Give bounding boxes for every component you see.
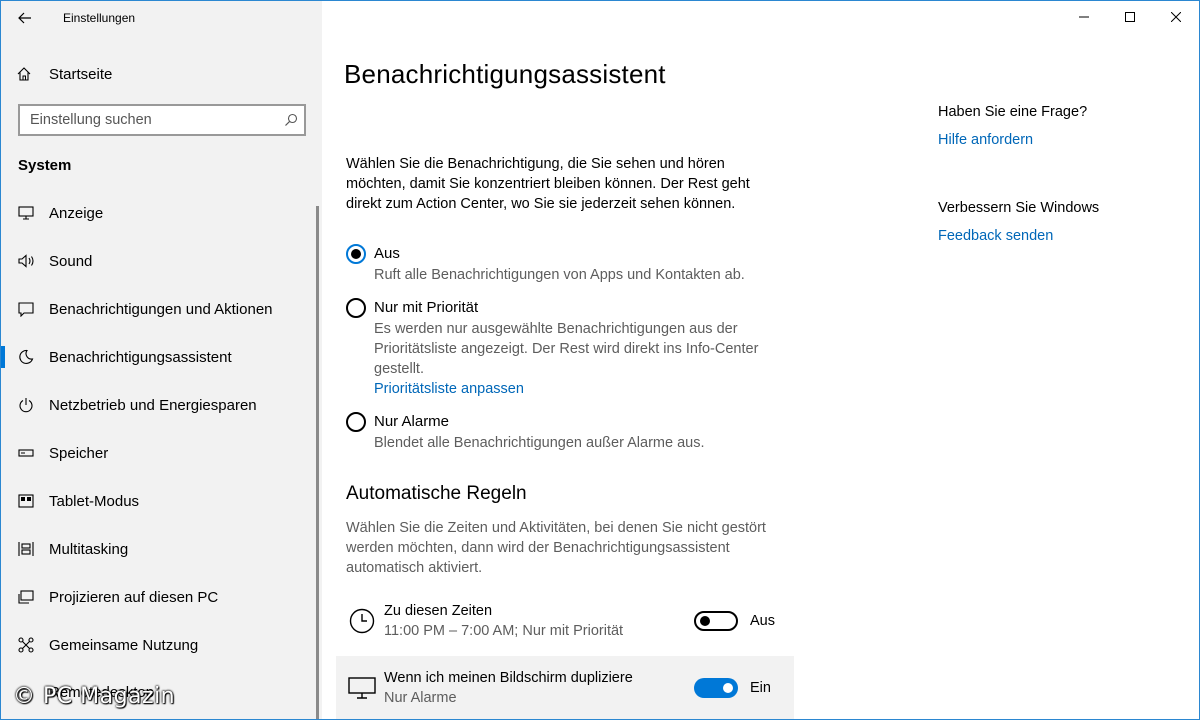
sidebar-nav: Anzeige Sound Benachrichtigungen und Akt… (1, 189, 317, 669)
moon-icon (1, 349, 49, 365)
share-icon (1, 637, 49, 653)
active-indicator (1, 346, 5, 368)
toggle-state: Ein (750, 680, 771, 696)
sidebar-item-tablet-modus[interactable]: Tablet-Modus (1, 477, 317, 525)
sidebar-item-label: Multitasking (49, 540, 129, 558)
rules-desc: Wählen Sie die Zeiten und Aktivitäten, b… (346, 520, 766, 576)
sidebar-item-label: Speicher (49, 444, 109, 462)
project-icon (1, 590, 49, 604)
rule-subtitle: 11:00 PM – 7:00 AM; Nur mit Priorität (384, 623, 624, 639)
clock-icon (336, 608, 384, 634)
sidebar-item-speicher[interactable]: Speicher (1, 429, 317, 477)
monitor-icon (336, 677, 384, 699)
search-icon[interactable] (278, 106, 304, 134)
titlebar-left: Einstellungen (1, 1, 322, 35)
option-nur-prioritaet[interactable]: Nur mit Priorität Es werden nur ausgewäh… (346, 297, 786, 399)
search-box[interactable] (18, 104, 306, 136)
sidebar-scrollbar[interactable] (316, 206, 319, 719)
sidebar-item-label: Projizieren auf diesen PC (49, 588, 219, 606)
option-desc: Blendet alle Benachrichtigungen außer Al… (374, 435, 705, 451)
option-aus[interactable]: Aus Ruft alle Benachrichtigungen von App… (346, 243, 786, 285)
speaker-icon (1, 254, 49, 268)
sidebar-item-label: Tablet-Modus (49, 492, 140, 510)
rule-subtitle: Nur Alarme (384, 690, 457, 706)
option-desc: Es werden nur ausgewählte Benachrichtigu… (374, 321, 759, 377)
sidebar-item-sound[interactable]: Sound (1, 237, 317, 285)
sidebar-item-label: Benachrichtigungen und Aktionen (49, 300, 273, 318)
improve-windows: Verbessern Sie Windows (938, 200, 1100, 216)
storage-icon (1, 448, 49, 458)
sidebar-item-label: Anzeige (49, 204, 104, 222)
sidebar-item-netzbetrieb[interactable]: Netzbetrieb und Energiesparen (1, 381, 317, 429)
tablet-icon (1, 494, 49, 508)
sidebar-item-label: Netzbetrieb und Energiesparen (49, 396, 257, 414)
message-icon (1, 301, 49, 317)
priority-list-link[interactable]: Prioritätsliste anpassen (374, 379, 786, 399)
radio-button[interactable] (346, 298, 366, 318)
arrow-left-icon (18, 12, 31, 24)
sidebar-item-anzeige[interactable]: Anzeige (1, 189, 317, 237)
multitasking-icon (1, 541, 49, 557)
sidebar-item-label: Gemeinsame Nutzung (49, 636, 199, 654)
toggle-state: Aus (750, 613, 775, 629)
rule-zeiten[interactable]: Zu diesen Zeiten 11:00 PM – 7:00 AM; Nur… (336, 589, 794, 653)
app-title: Einstellungen (63, 11, 136, 25)
search-input[interactable] (20, 106, 278, 134)
option-label: Nur mit Priorität (374, 299, 479, 316)
option-nur-alarme[interactable]: Nur Alarme Blendet alle Benachrichtigung… (346, 411, 786, 453)
sidebar-item-label: Sound (49, 252, 93, 270)
feedback-link[interactable]: Feedback senden (938, 225, 1178, 247)
home-label: Startseite (49, 65, 113, 83)
sidebar-item-benachrichtigungen[interactable]: Benachrichtigungen und Aktionen (1, 285, 317, 333)
rules-title: Automatische Regeln (346, 483, 527, 504)
help-panel: Haben Sie eine Frage? Hilfe anfordern Ve… (938, 101, 1178, 247)
radio-button[interactable] (346, 244, 366, 264)
option-desc: Ruft alle Benachrichtigungen von Apps un… (374, 267, 745, 283)
rule-toggle[interactable] (694, 611, 738, 631)
option-label: Aus (374, 245, 400, 262)
help-question: Haben Sie eine Frage? (938, 104, 1088, 120)
sidebar-item-multitasking[interactable]: Multitasking (1, 525, 317, 573)
rule-bildschirm-duplizieren[interactable]: Wenn ich meinen Bildschirm dupliziere Nu… (336, 656, 794, 719)
sidebar-item-gemeinsame-nutzung[interactable]: Gemeinsame Nutzung (1, 621, 317, 669)
power-icon (1, 397, 49, 413)
settings-window: Einstellungen Startseite System Anzeige (0, 0, 1200, 720)
main-content: Benachrichtigungsassistent Wählen Sie di… (322, 1, 1199, 719)
home-icon (1, 66, 49, 82)
help-link[interactable]: Hilfe anfordern (938, 129, 1178, 151)
intro-text: Wählen Sie die Benachrichtigung, die Sie… (346, 156, 750, 212)
watermark: © PC Magazin (13, 684, 176, 709)
sidebar-item-projizieren[interactable]: Projizieren auf diesen PC (1, 573, 317, 621)
section-title: System (18, 157, 72, 174)
page-title: Benachrichtigungsassistent (344, 59, 666, 89)
sidebar: Einstellungen Startseite System Anzeige (1, 1, 322, 719)
sidebar-item-label: Benachrichtigungsassistent (49, 348, 232, 366)
sidebar-item-benachrichtigungsassistent[interactable]: Benachrichtigungsassistent (1, 333, 317, 381)
rule-title: Wenn ich meinen Bildschirm dupliziere (384, 670, 633, 686)
focus-assist-options: Aus Ruft alle Benachrichtigungen von App… (346, 243, 786, 465)
option-label: Nur Alarme (374, 413, 450, 430)
back-button[interactable] (1, 1, 49, 35)
rule-toggle[interactable] (694, 678, 738, 698)
rule-title: Zu diesen Zeiten (384, 603, 493, 619)
monitor-icon (1, 206, 49, 220)
sidebar-item-home[interactable]: Startseite (1, 56, 322, 92)
radio-button[interactable] (346, 412, 366, 432)
